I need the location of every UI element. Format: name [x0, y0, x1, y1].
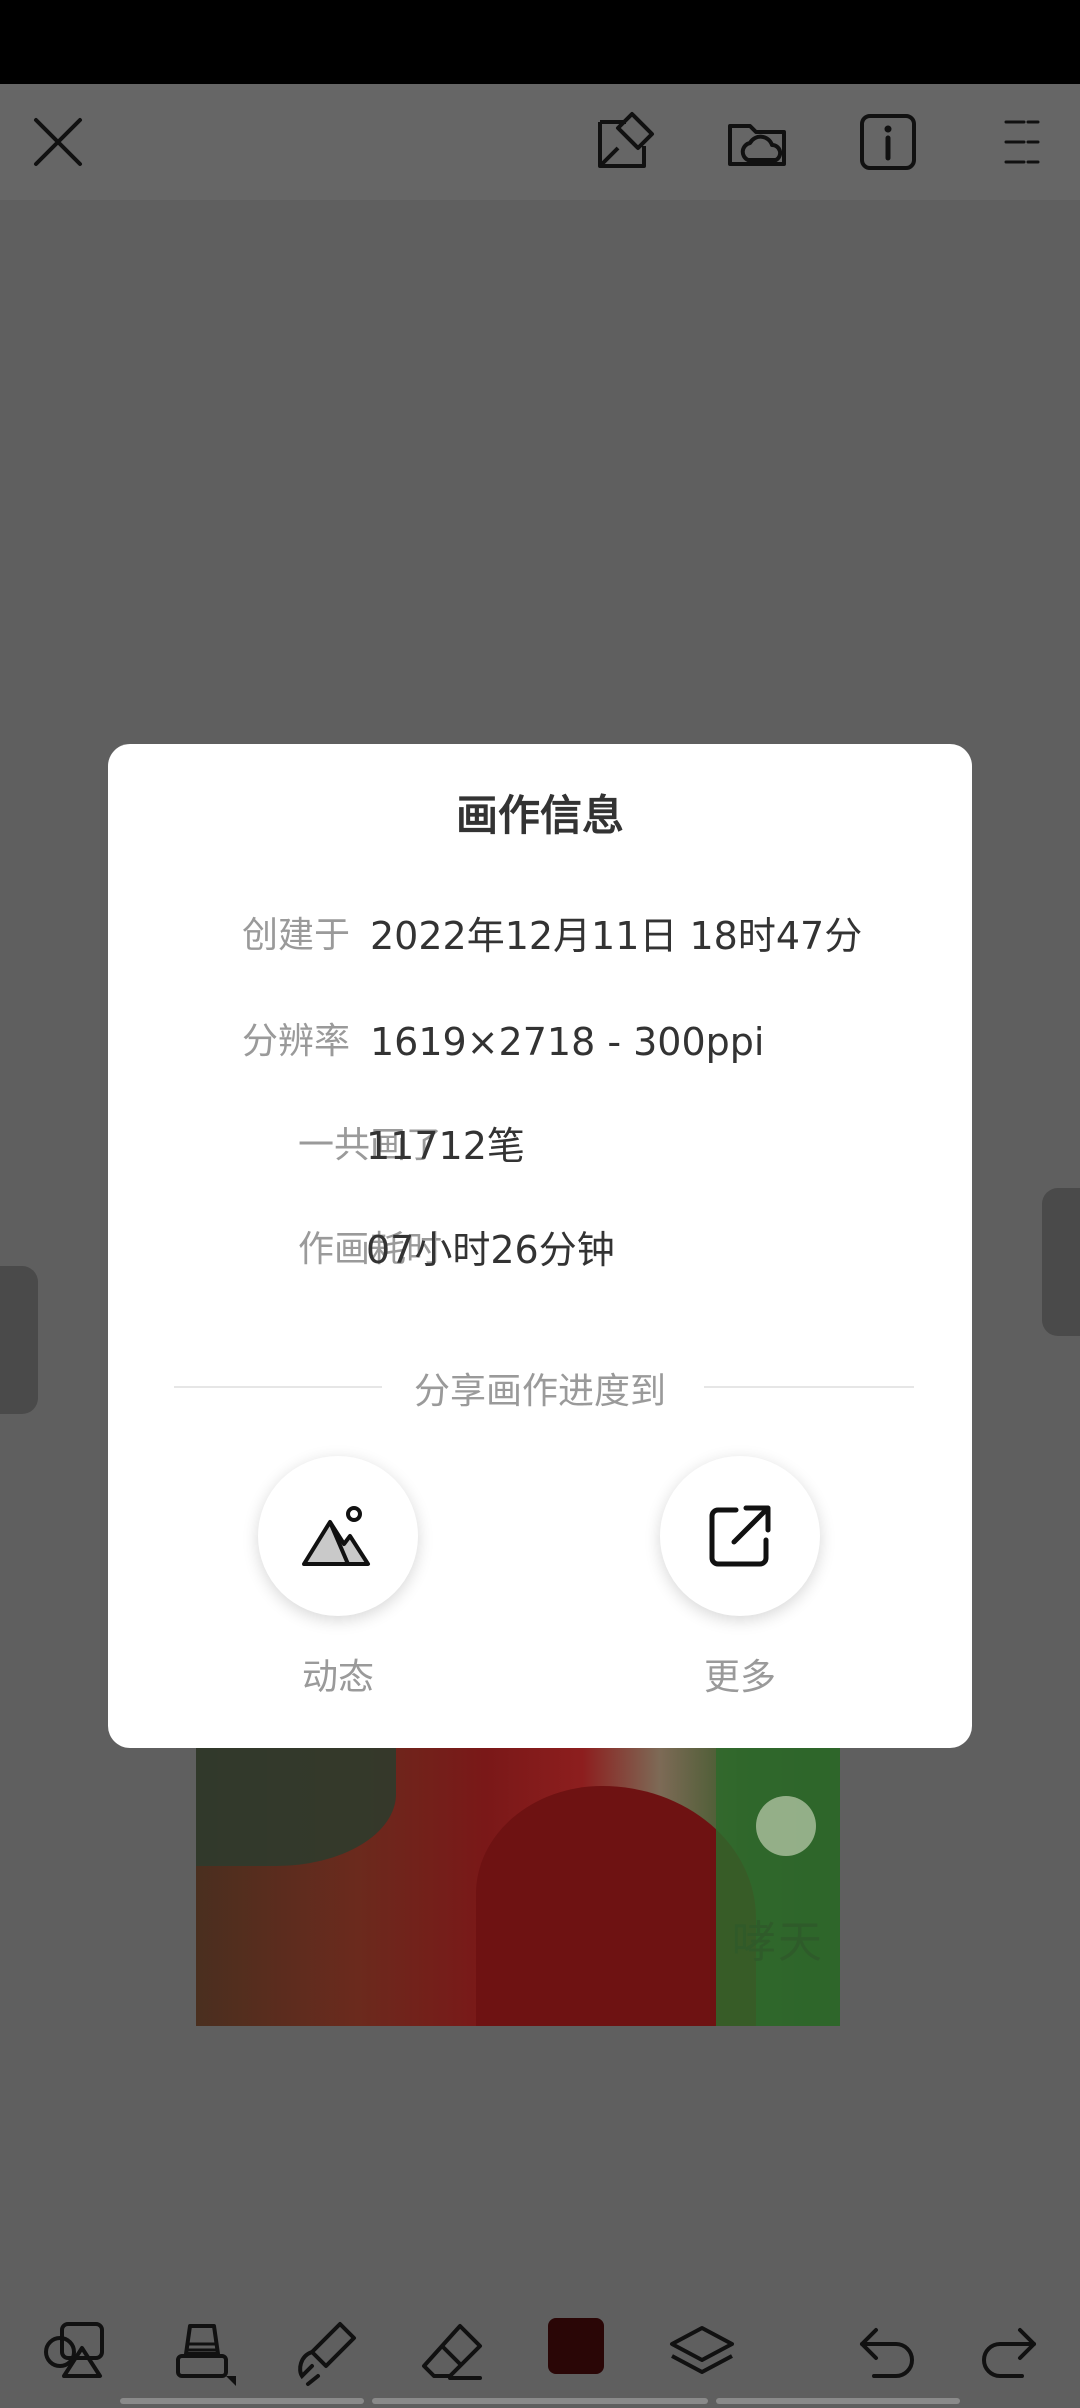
- redo-button[interactable]: [972, 2316, 1044, 2388]
- shapes-tool-button[interactable]: [38, 2316, 110, 2388]
- artwork-shape: [476, 1786, 756, 2026]
- mountain-moment-icon: [302, 1506, 370, 1566]
- eraser-tool-button[interactable]: [416, 2316, 488, 2388]
- artwork-shape: [196, 1746, 396, 1866]
- dialog-title: 画作信息: [455, 791, 624, 840]
- toolbar-page-indicator: [120, 2398, 364, 2404]
- artwork-info-dialog: 画作信息 创建于 2022年12月11日 18时47分 分辨率 1619×271…: [108, 744, 972, 1748]
- color-swatch[interactable]: [548, 2318, 604, 2374]
- close-icon: [34, 118, 82, 166]
- close-button[interactable]: [24, 108, 92, 176]
- toolbar-page-indicator: [372, 2398, 708, 2404]
- info-label: 分辨率: [241, 1021, 350, 1062]
- info-value: 1619×2718 - 300ppi: [370, 1020, 765, 1064]
- layers-button[interactable]: [666, 2316, 738, 2388]
- share-moment-button[interactable]: [258, 1456, 418, 1616]
- toolbar-page-indicator: [716, 2398, 960, 2404]
- shapes-icon: [44, 2322, 104, 2378]
- info-row-created: 创建于 2022年12月11日 18时47分: [108, 906, 972, 966]
- divider: [704, 1386, 914, 1388]
- edit-canvas-button[interactable]: [592, 108, 660, 176]
- undo-icon: [860, 2328, 914, 2378]
- share-moment-label[interactable]: 动态: [258, 1648, 418, 1700]
- canvas-artwork[interactable]: 哮天: [196, 1746, 840, 2026]
- bottom-toolbar: [0, 2276, 1080, 2408]
- smudge-tool-button[interactable]: [290, 2316, 362, 2388]
- eraser-icon: [422, 2324, 482, 2380]
- redo-icon: [982, 2328, 1036, 2378]
- undo-button[interactable]: [852, 2316, 924, 2388]
- share-heading: 分享画作进度到: [413, 1371, 666, 1412]
- info-value: 07小时26分钟: [366, 1228, 615, 1272]
- menu-button[interactable]: [988, 108, 1056, 176]
- external-share-icon: [709, 1505, 771, 1567]
- info-row-duration: 作画耗时 07小时26分钟: [108, 1220, 972, 1280]
- status-bar: [0, 0, 1080, 84]
- top-toolbar: [0, 84, 1080, 200]
- menu-icon: [1004, 120, 1040, 164]
- left-panel-handle[interactable]: [0, 1266, 38, 1414]
- layers-icon: [670, 2326, 734, 2374]
- info-value: 11712笔: [366, 1124, 525, 1168]
- cloud-folder-icon: [728, 124, 786, 166]
- edit-canvas-icon: [598, 112, 654, 168]
- info-label: 创建于: [241, 915, 350, 956]
- cloud-folder-button[interactable]: [724, 108, 792, 176]
- artwork-shape: [716, 1746, 840, 2026]
- share-more-label[interactable]: 更多: [660, 1648, 820, 1700]
- info-icon: [860, 114, 916, 170]
- info-button[interactable]: [854, 108, 922, 176]
- info-row-resolution: 分辨率 1619×2718 - 300ppi: [108, 1012, 972, 1072]
- brush-tool-icon: [176, 2324, 236, 2386]
- smudge-icon: [298, 2322, 356, 2386]
- right-panel-handle[interactable]: [1042, 1188, 1080, 1336]
- brush-tool-button[interactable]: [166, 2316, 238, 2388]
- info-value: 2022年12月11日 18时47分: [370, 914, 863, 958]
- artwork-shape: [756, 1796, 816, 1856]
- share-more-button[interactable]: [660, 1456, 820, 1616]
- info-row-strokes: 一共画了 11712笔: [108, 1116, 972, 1176]
- artwork-watermark: 哮天: [732, 1917, 824, 1968]
